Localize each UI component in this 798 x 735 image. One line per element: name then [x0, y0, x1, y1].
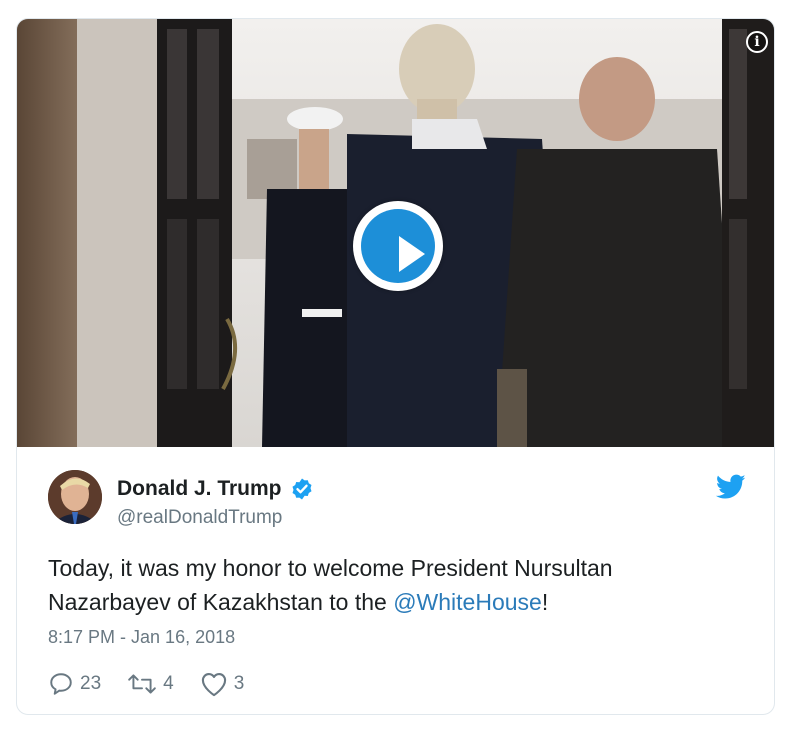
verified-badge-icon — [292, 478, 312, 500]
mention-link[interactable]: @WhiteHouse — [393, 589, 542, 615]
twitter-bird-icon[interactable] — [716, 474, 746, 500]
retweet-count: 4 — [163, 673, 174, 694]
reply-button[interactable]: 23 — [48, 671, 101, 697]
info-icon[interactable]: i — [746, 31, 768, 53]
tweet-body: Donald J. Trump @realDonaldTrump Today, … — [17, 447, 774, 714]
tweet-actions: 23 4 3 — [48, 671, 270, 697]
tweet-text: Today, it was my honor to welcome Presid… — [48, 551, 738, 619]
tweet-timestamp[interactable]: 8:17 PM - Jan 16, 2018 — [48, 627, 235, 648]
reply-count: 23 — [80, 673, 102, 694]
play-button[interactable] — [353, 201, 443, 291]
heart-icon — [201, 673, 226, 697]
author-handle[interactable]: @realDonaldTrump — [117, 507, 282, 529]
tweet-text-end: ! — [541, 589, 549, 615]
avatar-image — [48, 470, 102, 524]
author-name-row[interactable]: Donald J. Trump — [117, 477, 314, 501]
video-thumbnail[interactable]: i — [17, 19, 774, 447]
like-count: 3 — [233, 673, 245, 694]
display-name[interactable]: Donald J. Trump — [117, 477, 282, 501]
avatar[interactable] — [48, 470, 102, 524]
retweet-icon — [128, 674, 156, 694]
play-triangle — [399, 236, 425, 272]
reply-icon — [50, 673, 72, 695]
tweet-embed-card: i Donald J. Trump @realDonaldTrump Today… — [16, 18, 775, 715]
like-button[interactable]: 3 — [200, 671, 245, 697]
retweet-button[interactable]: 4 — [127, 671, 174, 697]
play-icon — [361, 209, 435, 283]
